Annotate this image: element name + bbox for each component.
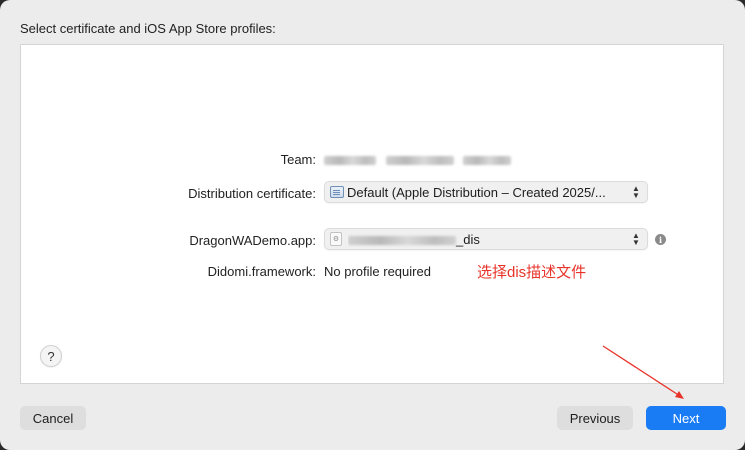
provisioning-profile-icon: ⚙ [330,232,342,246]
framework-label: Didomi.framework: [207,264,316,279]
redacted-team-id [385,156,454,166]
updown-chevron-icon: ▲ ▼ [632,184,640,200]
distribution-certificate-value: Default (Apple Distribution – Created 20… [347,184,606,200]
updown-chevron-icon: ▲ ▼ [632,231,640,247]
redacted-team-name [324,156,376,166]
app-profile-suffix: _dis [456,231,480,247]
annotation-text: 选择dis描述文件 [477,264,587,281]
app-profile-popup[interactable]: ⚙ _dis ▲ ▼ [324,228,648,250]
redacted-team-extra [463,156,512,166]
export-options-sheet: Select certificate and iOS App Store pro… [0,0,745,450]
distribution-certificate-popup[interactable]: Default (Apple Distribution – Created 20… [324,181,648,203]
framework-value: No profile required [324,264,431,279]
redacted-profile-name [348,235,456,245]
app-profile-value: _dis [348,232,629,247]
distribution-certificate-label: Distribution certificate: [188,186,316,201]
team-value-redacted [324,152,512,167]
certificate-icon [330,186,344,198]
cancel-button[interactable]: Cancel [20,406,86,430]
team-label: Team: [280,152,316,167]
info-icon[interactable]: i [655,234,666,245]
annotation-arrow-head [675,391,684,399]
next-button[interactable]: Next [646,406,726,430]
content-panel [20,44,724,384]
app-profile-label: DragonWADemo.app: [189,233,316,248]
previous-button[interactable]: Previous [557,406,633,430]
sheet-title: Select certificate and iOS App Store pro… [20,21,276,36]
help-button[interactable]: ? [40,345,62,367]
